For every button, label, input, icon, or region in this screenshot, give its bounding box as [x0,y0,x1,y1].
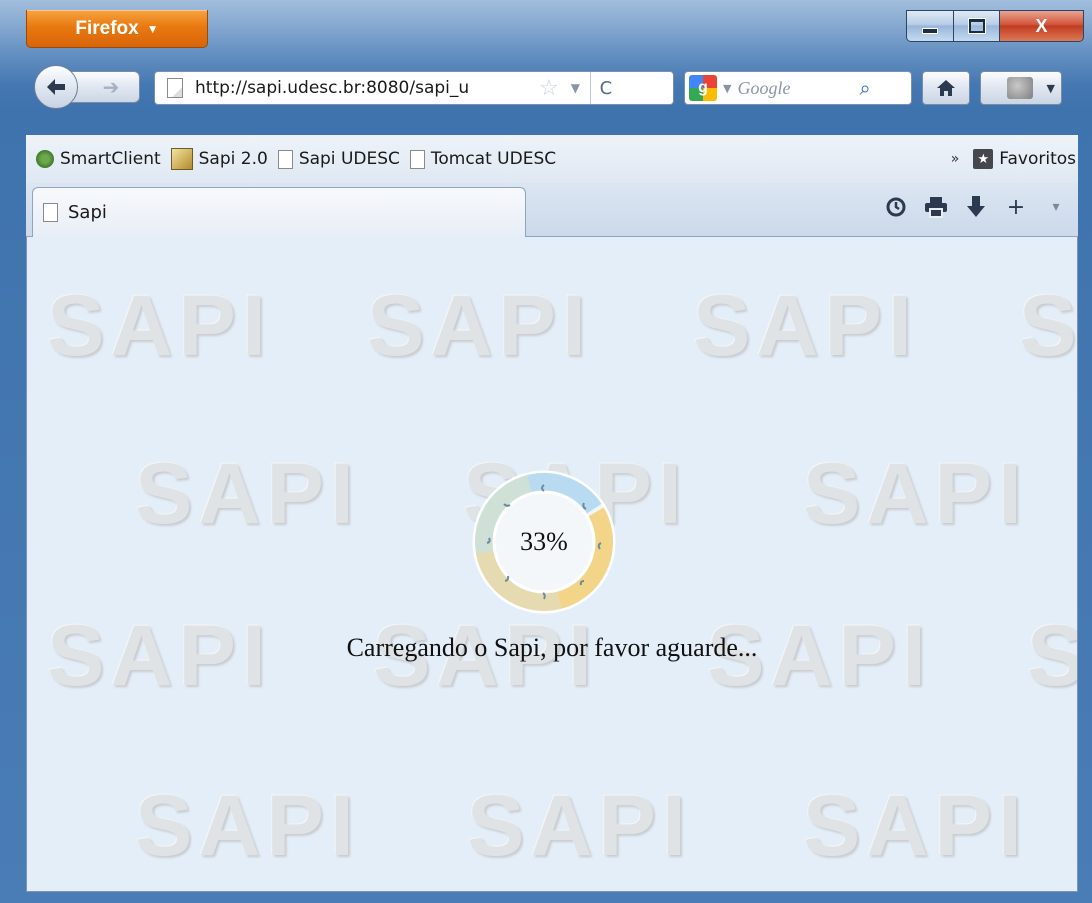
watermark-text: SAPI [467,778,692,874]
favorites-label: Favoritos [999,149,1076,169]
sapi2-icon [170,148,193,170]
tab-list-dropdown-icon[interactable]: ▾ [1044,193,1068,221]
back-forward-group: ➔ [34,65,142,109]
watermark-text: SAPI [803,778,1028,874]
bookmark-label: Sapi UDESC [298,149,400,169]
maximize-icon [968,19,985,33]
addon-icon [1006,77,1033,99]
watermark-text: SAPI [135,778,360,874]
navigation-bar: ➔ http://sapi.udesc.br:8080/sapi_u ☆ ▼ C… [26,52,1078,120]
bookmarks-right-group: » ★ Favoritos [951,149,1078,169]
bookmarks-toolbar: SmartClient Sapi 2.0 Sapi UDESC Tomcat U… [26,135,1078,183]
bookmarks-overflow-button[interactable]: » [951,151,960,167]
progress-percent: 33% [520,527,568,556]
download-icon[interactable] [964,193,988,221]
reload-icon: C [599,77,613,99]
search-icon[interactable]: ⌕ [859,76,870,100]
search-bar[interactable]: g ▼ Google ⌕ [684,71,912,105]
firefox-menu-button[interactable]: Firefox ▼ [26,10,208,48]
bookmark-tomcat-udesc[interactable]: Tomcat UDESC [409,149,557,169]
bookmark-label: Sapi 2.0 [198,149,268,169]
bookmark-label: SmartClient [60,149,161,169]
google-engine-icon[interactable]: g [689,75,717,101]
home-button[interactable] [922,71,970,105]
bookmark-smartclient[interactable]: SmartClient [36,149,161,169]
page-icon [167,78,183,98]
window-controls: X [906,10,1084,42]
reload-button[interactable]: C [589,72,621,104]
bookmark-star-icon[interactable]: ☆ [539,76,559,101]
addon-button[interactable]: ▼ [980,71,1062,105]
close-icon: X [1035,15,1048,36]
back-button[interactable] [34,65,78,109]
url-bar[interactable]: http://sapi.udesc.br:8080/sapi_u ☆ ▼ C [154,71,674,105]
firefox-menu-label: Firefox [75,17,139,39]
watermark-text: SAPI [1019,278,1078,374]
favorites-menu[interactable]: ★ Favoritos [973,149,1076,169]
tab-label: Sapi [68,202,107,223]
watermark-text: SAPI [367,278,592,374]
watermark-text: SAPI [693,278,918,374]
watermark-text: SAPI [803,446,1028,542]
tab-toolbar: + ▾ [884,193,1068,221]
smartclient-icon [36,150,54,168]
forward-arrow-icon: ➔ [102,75,120,99]
page-content: SAPI SAPI SAPI SAPI SAPI SAPI SAPI SAPI … [26,237,1078,892]
print-icon[interactable] [924,193,948,221]
page-icon [277,149,293,169]
back-arrow-icon [47,79,65,95]
tab-strip: Sapi + ▾ [26,183,1078,237]
bookmark-sapi-udesc[interactable]: Sapi UDESC [277,149,400,169]
home-icon [937,80,955,96]
chevron-down-icon[interactable]: ▼ [1047,82,1055,95]
minimize-button[interactable] [906,10,954,42]
maximize-button[interactable] [954,10,1000,42]
url-text[interactable]: http://sapi.udesc.br:8080/sapi_u [195,78,535,98]
forward-button[interactable]: ➔ [68,71,140,103]
favorites-star-icon: ★ [973,149,994,169]
watermark-text: SAPI [47,278,272,374]
close-button[interactable]: X [1000,10,1084,42]
bookmark-label: Tomcat UDESC [430,149,557,169]
page-icon [409,149,425,169]
bookmark-sapi-2[interactable]: Sapi 2.0 [170,148,268,170]
progress-ring: 33% [471,469,617,615]
tab-sapi[interactable]: Sapi [32,187,526,237]
minimize-icon [922,28,938,34]
page-icon [43,203,58,222]
search-input[interactable]: Google [737,78,837,99]
history-icon[interactable] [884,193,908,221]
loading-message: Carregando o Sapi, por favor aguarde... [346,633,758,662]
new-tab-icon[interactable]: + [1004,193,1028,221]
search-engine-dropdown-icon[interactable]: ▼ [723,82,731,95]
url-history-dropdown-icon[interactable]: ▼ [571,81,580,95]
watermark-text: SAPI [135,446,360,542]
chevron-down-icon: ▼ [146,21,159,36]
